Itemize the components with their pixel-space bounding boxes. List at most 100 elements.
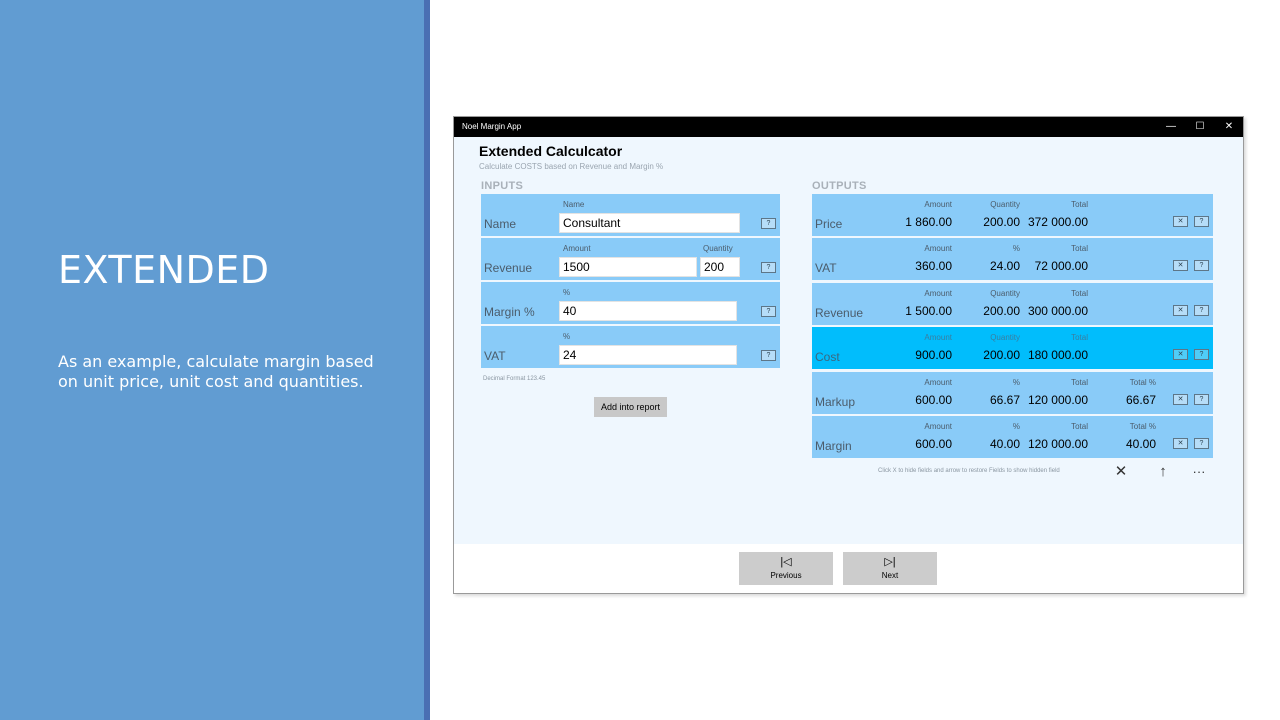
help-button-vat[interactable]: ? [761, 350, 776, 361]
help-button-name[interactable]: ? [761, 218, 776, 229]
output-caption-1: Amount [924, 244, 952, 253]
vat-input[interactable]: 24 [559, 345, 737, 365]
output-value-4: 66.67 [1125, 393, 1156, 407]
output-value-1: 360.00 [915, 259, 952, 273]
output-caption-1: Amount [924, 422, 952, 431]
margin-input[interactable]: 40 [559, 301, 737, 321]
input-row-revenue: Revenue Amount Quantity 1500 200 ? [481, 238, 780, 280]
help-button-vat-output[interactable]: ? [1194, 260, 1209, 271]
output-caption-3: Total [1071, 244, 1088, 253]
slide: EXTENDED As an example, calculate margin… [0, 0, 1280, 720]
hide-button-revenue[interactable]: ✕ [1173, 305, 1188, 316]
output-row-cost: Cost Amount 900.00 Quantity 200.00 Total… [812, 327, 1213, 369]
margin-caption: % [563, 288, 571, 297]
hint-text: Click X to hide fields and arrow to rest… [878, 468, 1060, 474]
output-caption-4: Total % [1129, 378, 1156, 387]
help-button-cost[interactable]: ? [1194, 349, 1209, 360]
input-label-name: Name [484, 217, 517, 231]
output-caption-1: Amount [924, 200, 952, 209]
output-value-1: 900.00 [915, 348, 952, 362]
help-button-margin-output[interactable]: ? [1194, 438, 1209, 449]
decimal-format-note: Decimal Format 123.45 [483, 376, 546, 382]
output-caption-2: Quantity [990, 200, 1020, 209]
add-into-report-button[interactable]: Add into report [594, 397, 667, 417]
revenue-quantity-input[interactable]: 200 [700, 257, 740, 277]
output-caption-3: Total [1071, 333, 1088, 342]
output-value-2: 24.00 [989, 259, 1020, 273]
output-caption-3: Total [1071, 289, 1088, 298]
output-value-1: 1 500.00 [905, 304, 952, 318]
output-caption-3: Total [1071, 200, 1088, 209]
output-caption-2: Quantity [990, 333, 1020, 342]
restore-fields-icon[interactable]: ↑ [1153, 463, 1173, 481]
output-row-margin: Margin Amount 600.00 % 40.00 Total 120 0… [812, 416, 1213, 458]
next-button[interactable]: ▷| Next [843, 552, 937, 585]
output-label: Markup [815, 395, 856, 409]
window-titlebar[interactable]: Noel Margin App — ☐ ✕ [454, 117, 1243, 137]
help-button-revenue[interactable]: ? [761, 262, 776, 273]
hide-button-price[interactable]: ✕ [1173, 216, 1188, 227]
help-button-revenue-output[interactable]: ? [1194, 305, 1209, 316]
vat-caption: % [563, 332, 571, 341]
page-title: Extended Calculcator [479, 143, 623, 159]
hide-fields-icon[interactable]: ✕ [1111, 463, 1131, 481]
minimize-button[interactable]: — [1157, 117, 1185, 137]
skip-forward-icon: ▷| [884, 556, 896, 568]
help-button-price[interactable]: ? [1194, 216, 1209, 227]
output-label: Cost [815, 350, 840, 364]
app-name: Noel Margin App [462, 122, 522, 131]
revenue-quantity-caption: Quantity [703, 244, 733, 253]
output-value-2: 200.00 [983, 215, 1020, 229]
output-value-3: 372 000.00 [1027, 215, 1088, 229]
help-button-markup[interactable]: ? [1194, 394, 1209, 405]
hide-button-vat[interactable]: ✕ [1173, 260, 1188, 271]
output-value-2: 40.00 [989, 437, 1020, 451]
output-caption-2: Quantity [990, 289, 1020, 298]
revenue-amount-caption: Amount [563, 244, 591, 253]
output-value-2: 66.67 [989, 393, 1020, 407]
output-value-1: 600.00 [915, 437, 952, 451]
more-options-icon[interactable]: ··· [1189, 463, 1209, 481]
output-caption-4: Total % [1129, 422, 1156, 431]
input-label-revenue: Revenue [484, 261, 533, 275]
output-caption-1: Amount [924, 378, 952, 387]
output-value-3: 120 000.00 [1027, 393, 1088, 407]
output-value-3: 72 000.00 [1034, 259, 1088, 273]
page-subtitle: Calculate COSTS based on Revenue and Mar… [479, 162, 664, 171]
output-caption-1: Amount [924, 333, 952, 342]
input-label-margin: Margin % [484, 305, 535, 319]
input-row-vat: VAT % 24 ? [481, 326, 780, 368]
maximize-button[interactable]: ☐ [1186, 117, 1214, 137]
output-row-vat: VAT Amount 360.00 % 24.00 Total 72 000.0… [812, 238, 1213, 280]
input-row-name: Name Name Consultant ? [481, 194, 780, 236]
output-caption-3: Total [1071, 422, 1088, 431]
revenue-amount-input[interactable]: 1500 [559, 257, 697, 277]
outputs-heading: OUTPUTS [812, 180, 867, 192]
output-label: Margin [815, 439, 852, 453]
output-value-2: 200.00 [983, 304, 1020, 318]
previous-button[interactable]: |◁ Previous [739, 552, 833, 585]
output-value-3: 120 000.00 [1027, 437, 1088, 451]
skip-back-icon: |◁ [780, 556, 792, 568]
hide-button-markup[interactable]: ✕ [1173, 394, 1188, 405]
slide-left-panel: EXTENDED As an example, calculate margin… [0, 0, 424, 720]
hide-button-cost[interactable]: ✕ [1173, 349, 1188, 360]
inputs-heading: INPUTS [481, 180, 524, 192]
close-button[interactable]: ✕ [1215, 117, 1243, 137]
hide-button-margin[interactable]: ✕ [1173, 438, 1188, 449]
output-caption-3: Total [1071, 378, 1088, 387]
output-row-revenue: Revenue Amount 1 500.00 Quantity 200.00 … [812, 283, 1213, 325]
output-row-price: Price Amount 1 860.00 Quantity 200.00 To… [812, 194, 1213, 236]
output-caption-1: Amount [924, 289, 952, 298]
output-value-3: 180 000.00 [1027, 348, 1088, 362]
previous-label: Previous [770, 571, 802, 580]
output-label: Price [815, 217, 843, 231]
output-caption-2: % [1012, 378, 1020, 387]
output-row-markup: Markup Amount 600.00 % 66.67 Total 120 0… [812, 372, 1213, 414]
output-caption-2: % [1012, 422, 1020, 431]
app-window: Noel Margin App — ☐ ✕ Extended Calculcat… [453, 116, 1244, 594]
input-row-margin: Margin % % 40 ? [481, 282, 780, 324]
name-input[interactable]: Consultant [559, 213, 740, 233]
help-button-margin[interactable]: ? [761, 306, 776, 317]
output-value-3: 300 000.00 [1027, 304, 1088, 318]
